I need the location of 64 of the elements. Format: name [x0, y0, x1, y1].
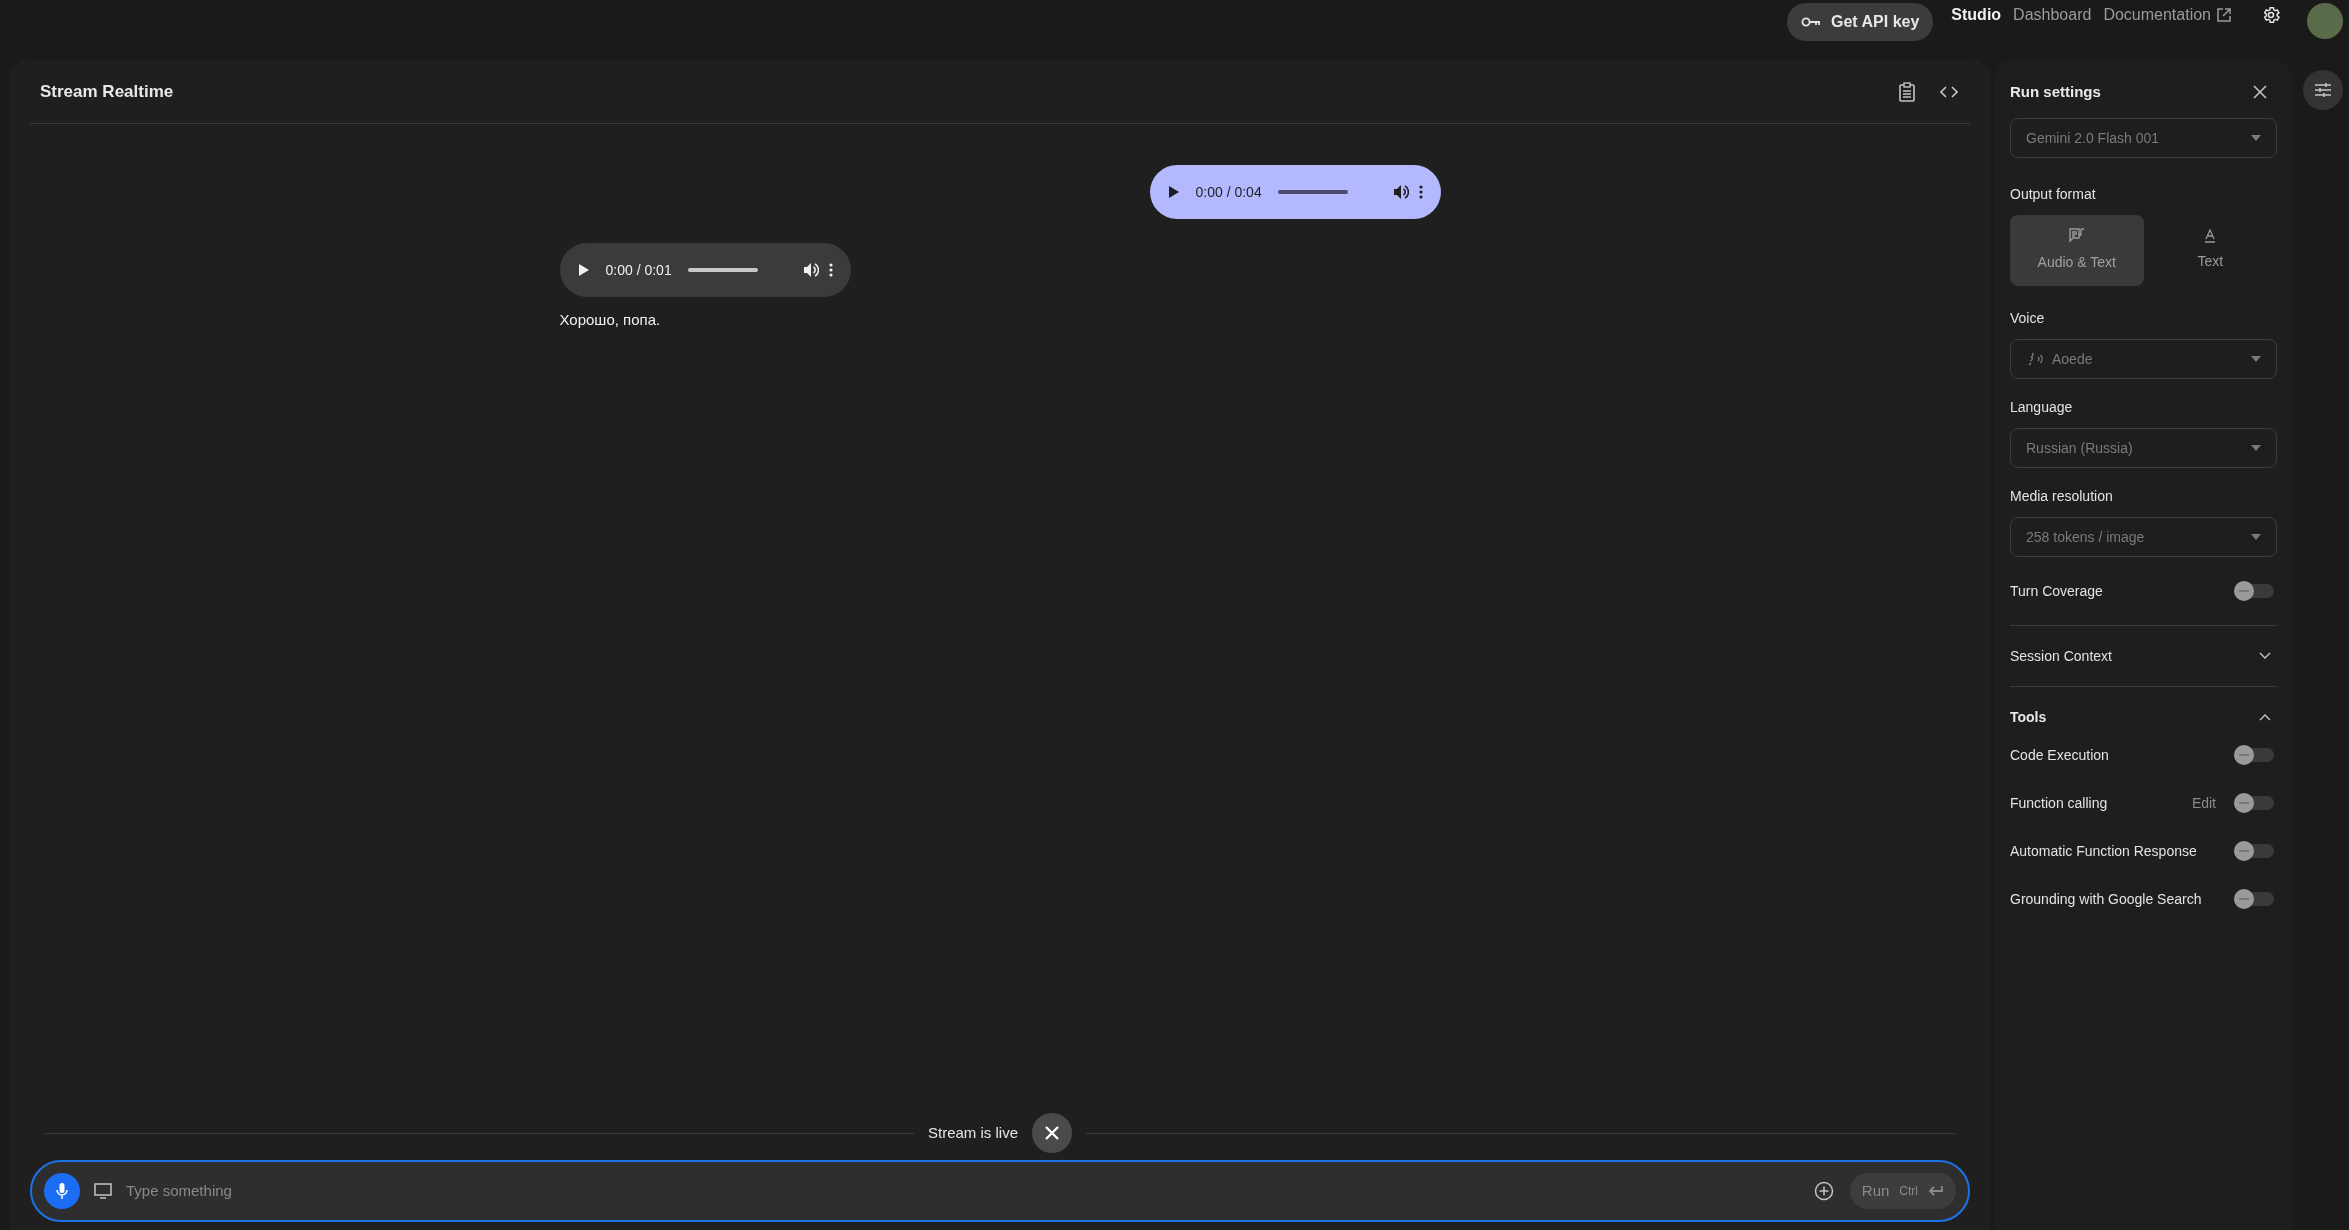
- toggle-label: Automatic Function Response: [2010, 841, 2198, 861]
- external-link-icon: [2217, 8, 2231, 22]
- page-title: Stream Realtime: [39, 80, 174, 103]
- toggle-label: Grounding with Google Search: [2010, 889, 2203, 909]
- play-icon[interactable]: [1167, 185, 1180, 199]
- audio-player[interactable]: 0:00 / 0:01: [559, 243, 851, 297]
- panel-title: Run settings: [2010, 81, 2101, 102]
- screen-share-icon[interactable]: [94, 1183, 112, 1199]
- stream-status: Stream is live: [927, 1122, 1019, 1143]
- avatar[interactable]: [2307, 3, 2343, 39]
- volume-icon[interactable]: [802, 262, 819, 278]
- volume-icon[interactable]: [1392, 184, 1409, 200]
- nav-link[interactable]: Documentation: [2103, 3, 2231, 27]
- section-header[interactable]: Session Context: [2010, 636, 2277, 676]
- letter-icon: [2204, 229, 2217, 243]
- clipboard-icon[interactable]: [1898, 81, 1916, 102]
- edit-link[interactable]: Edit: [2191, 792, 2216, 814]
- caret-icon: [2251, 445, 2261, 451]
- toggle-label: Turn Coverage: [2010, 581, 2104, 601]
- message-text: Хорошо, попа.: [559, 310, 661, 330]
- voice-icon: [2026, 351, 2044, 367]
- shortcut-hint: Ctrl: [1899, 1183, 1918, 1200]
- code-icon[interactable]: [1940, 85, 1958, 98]
- key-icon: [1801, 16, 1821, 28]
- output-format-option[interactable]: Audio & Text: [2010, 215, 2144, 286]
- chevron-up-icon: [2259, 713, 2271, 721]
- audio-time: 0:00 / 0:04: [1195, 182, 1262, 202]
- nav-link[interactable]: Studio: [1951, 3, 2002, 27]
- section-header[interactable]: Tools: [2010, 697, 2277, 737]
- toggle-label: Code Execution: [2010, 745, 2110, 765]
- toggle-label: Function calling: [2010, 793, 2109, 813]
- play-icon[interactable]: [577, 263, 590, 277]
- caret-icon: [2251, 135, 2261, 141]
- output-format-option[interactable]: Text: [2143, 215, 2277, 286]
- audio-time: 0:00 / 0:01: [605, 260, 672, 280]
- nav-link[interactable]: Dashboard: [2013, 3, 2092, 27]
- toggle-switch[interactable]: [2234, 892, 2274, 906]
- sliders-icon: [2314, 82, 2332, 98]
- microphone-icon: [56, 1182, 68, 1200]
- caret-icon: [2251, 356, 2261, 362]
- audio-seek-bar[interactable]: [1277, 190, 1348, 194]
- field-label: Output format: [2010, 185, 2097, 204]
- enter-icon: [1928, 1185, 1944, 1197]
- chat-note-icon: [2068, 228, 2085, 244]
- field-label: Language: [2010, 398, 2074, 417]
- stop-stream-button[interactable]: [1032, 1113, 1072, 1153]
- close-icon[interactable]: [2253, 85, 2267, 99]
- close-icon: [1045, 1126, 1059, 1140]
- audio-player[interactable]: 0:00 / 0:04: [1149, 165, 1441, 219]
- field-label: Media resolution: [2010, 487, 2114, 506]
- more-icon[interactable]: [828, 263, 833, 277]
- add-icon[interactable]: [1813, 1181, 1834, 1201]
- toggle-switch[interactable]: [2234, 584, 2274, 598]
- microphone-button[interactable]: [44, 1173, 80, 1209]
- settings-toggle-button[interactable]: [2303, 70, 2343, 110]
- toggle-switch[interactable]: [2234, 844, 2274, 858]
- field-label: Voice: [2010, 309, 2046, 328]
- toggle-switch[interactable]: [2234, 748, 2274, 762]
- more-icon[interactable]: [1418, 185, 1423, 199]
- caret-icon: [2251, 534, 2261, 540]
- get-api-key-button[interactable]: Get API key: [1787, 3, 1934, 41]
- audio-seek-bar[interactable]: [687, 268, 758, 272]
- chevron-down-icon: [2259, 652, 2271, 660]
- toggle-switch[interactable]: [2234, 796, 2274, 810]
